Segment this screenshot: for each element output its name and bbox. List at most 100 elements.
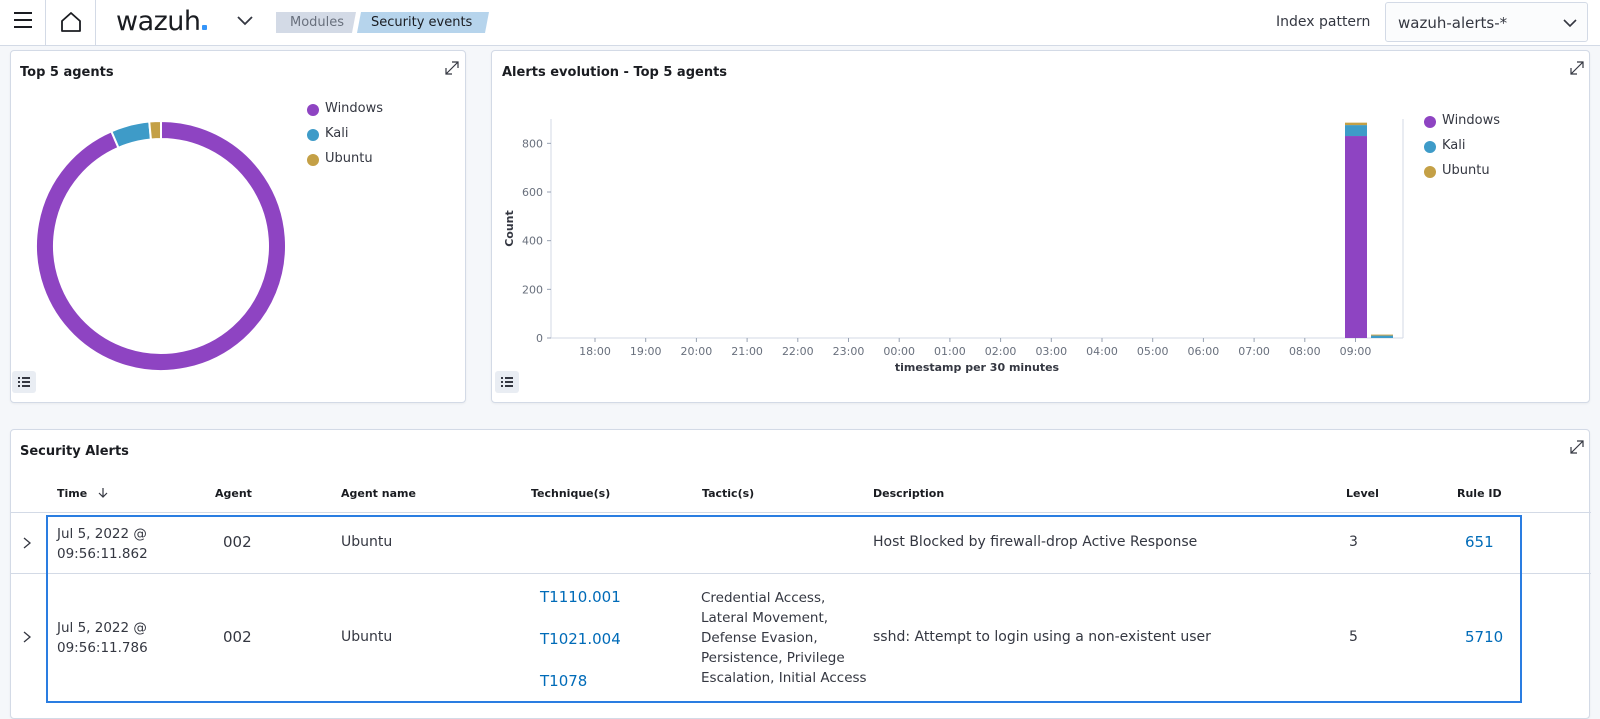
legend-toggle-button[interactable] (495, 371, 519, 393)
cell-tactics: Credential Access, Lateral Movement, Def… (701, 590, 867, 686)
y-axis-label: Count (503, 210, 516, 247)
cell-agent[interactable]: 002 (223, 628, 252, 646)
table-row[interactable]: Jul 5, 2022 @ 09:56:11.786 002 Ubuntu T1… (11, 574, 1591, 699)
wazuh-logo[interactable]: wazuh (116, 6, 207, 37)
x-tick-label: 23:00 (833, 345, 865, 358)
x-tick-label: 07:00 (1238, 345, 1270, 358)
cell-description: sshd: Attempt to login using a non-exist… (873, 629, 1211, 645)
x-tick-label: 20:00 (681, 345, 713, 358)
legend-windows[interactable]: Windows (325, 101, 383, 116)
column-header-techniques[interactable]: Technique(s) (531, 487, 610, 500)
chevron-right-icon[interactable] (21, 630, 33, 644)
chevron-right-icon[interactable] (21, 536, 33, 550)
cell-rule-id-link[interactable]: 651 (1465, 533, 1494, 551)
panel-title: Top 5 agents (20, 65, 114, 80)
column-header-rule-id[interactable]: Rule ID (1457, 487, 1502, 500)
top-agents-panel: Top 5 agents Windows Kali Ubuntu (10, 50, 466, 403)
legend-ubuntu[interactable]: Ubuntu (325, 151, 373, 166)
bar-windows-0900[interactable] (1345, 136, 1367, 338)
breadcrumb-modules[interactable]: Modules (276, 12, 356, 33)
x-tick-label: 22:00 (782, 345, 814, 358)
legend-dot-ubuntu (1424, 166, 1436, 178)
x-tick-label: 19:00 (630, 345, 662, 358)
column-header-tactics[interactable]: Tactic(s) (702, 487, 754, 500)
legend-toggle-button[interactable] (12, 371, 36, 393)
index-pattern-select[interactable]: wazuh-alerts-* (1385, 2, 1588, 42)
legend-dot-kali (307, 129, 319, 141)
breadcrumb-security-events[interactable]: Security events (357, 12, 489, 33)
x-tick-label: 06:00 (1188, 345, 1220, 358)
pie-slice-ubuntu[interactable] (148, 119, 162, 141)
panel-title: Security Alerts (20, 444, 129, 459)
y-tick-label: 0 (536, 332, 543, 345)
column-header-agent[interactable]: Agent (215, 487, 252, 500)
x-axis-label: timestamp per 30 minutes (895, 361, 1060, 374)
x-tick-label: 21:00 (731, 345, 763, 358)
divider (45, 0, 46, 45)
bar-kali-0900[interactable] (1345, 125, 1367, 137)
x-tick-label: 09:00 (1340, 345, 1372, 358)
technique-link[interactable]: T1078 (540, 672, 587, 690)
bar-ubuntu-0900[interactable] (1345, 122, 1367, 126)
technique-link[interactable]: T1021.004 (540, 630, 621, 648)
x-tick-label: 04:00 (1086, 345, 1118, 358)
table-row[interactable]: Jul 5, 2022 @ 09:56:11.862 002 Ubuntu Ho… (11, 513, 1591, 573)
y-tick-label: 600 (522, 186, 543, 199)
y-tick-label: 400 (522, 235, 543, 248)
cell-agent[interactable]: 002 (223, 533, 252, 551)
chevron-down-icon[interactable] (236, 15, 254, 27)
pie-legend: Windows Kali Ubuntu (307, 101, 447, 181)
x-tick-label: 03:00 (1035, 345, 1067, 358)
cell-time: Jul 5, 2022 @ 09:56:11.862 (57, 526, 148, 562)
info-icon (371, 36, 383, 48)
x-tick-label: 00:00 (883, 345, 915, 358)
y-tick-label: 200 (522, 283, 543, 296)
top-bar: wazuh Modules Security events Index patt… (0, 0, 1600, 46)
technique-link[interactable]: T1110.001 (540, 588, 621, 606)
legend-dot-windows (1424, 116, 1436, 128)
expand-icon[interactable] (443, 59, 461, 77)
column-header-level[interactable]: Level (1346, 487, 1379, 500)
legend-dot-kali (1424, 141, 1436, 153)
x-tick-label: 05:00 (1137, 345, 1169, 358)
y-tick-label: 800 (522, 137, 543, 150)
chevron-down-icon (1563, 19, 1577, 28)
index-pattern-value: wazuh-alerts-* (1398, 14, 1508, 32)
x-tick-label: 02:00 (985, 345, 1017, 358)
legend-windows[interactable]: Windows (1442, 113, 1500, 128)
expand-icon[interactable] (1568, 438, 1586, 456)
cell-level: 3 (1349, 534, 1358, 550)
x-tick-label: 01:00 (934, 345, 966, 358)
pie-slice-windows[interactable] (35, 119, 287, 372)
column-header-agent-name[interactable]: Agent name (341, 487, 416, 500)
cell-time: Jul 5, 2022 @ 09:56:11.786 (57, 620, 148, 656)
x-tick-label: 08:00 (1289, 345, 1321, 358)
security-alerts-panel: Security Alerts Time Agent Agent name Te… (10, 429, 1591, 719)
legend-kali[interactable]: Kali (1442, 138, 1466, 153)
bar-ubuntu-0930[interactable] (1371, 334, 1393, 336)
index-pattern-label: Index pattern (1276, 14, 1371, 30)
legend-dot-windows (307, 104, 319, 116)
column-header-description[interactable]: Description (873, 487, 944, 500)
bar-kali-0930[interactable] (1371, 335, 1393, 338)
list-icon (18, 377, 30, 387)
alerts-evolution-panel: Alerts evolution - Top 5 agents 0 200 400 6… (491, 50, 1590, 403)
bar-chart: 0 200 400 600 800 18:00 19:00 20:00 21:00 22:00 23… (503, 119, 1404, 374)
menu-icon[interactable] (14, 12, 32, 28)
pie-slice-kali[interactable] (110, 120, 153, 150)
sort-descending-icon (98, 488, 108, 498)
home-icon[interactable] (59, 10, 83, 34)
divider (95, 0, 96, 45)
cell-level: 5 (1349, 629, 1358, 645)
x-tick-label: 18:00 (579, 345, 611, 358)
cell-agent-name: Ubuntu (341, 534, 393, 550)
cell-agent-name: Ubuntu (341, 629, 393, 645)
legend-ubuntu[interactable]: Ubuntu (1442, 163, 1490, 178)
legend-kali[interactable]: Kali (325, 126, 349, 141)
column-header-time[interactable]: Time (57, 487, 109, 500)
donut-chart (35, 119, 287, 372)
cell-description: Host Blocked by firewall-drop Active Res… (873, 534, 1198, 550)
legend-dot-ubuntu (307, 154, 319, 166)
cell-rule-id-link[interactable]: 5710 (1465, 628, 1503, 646)
list-icon (501, 377, 513, 387)
